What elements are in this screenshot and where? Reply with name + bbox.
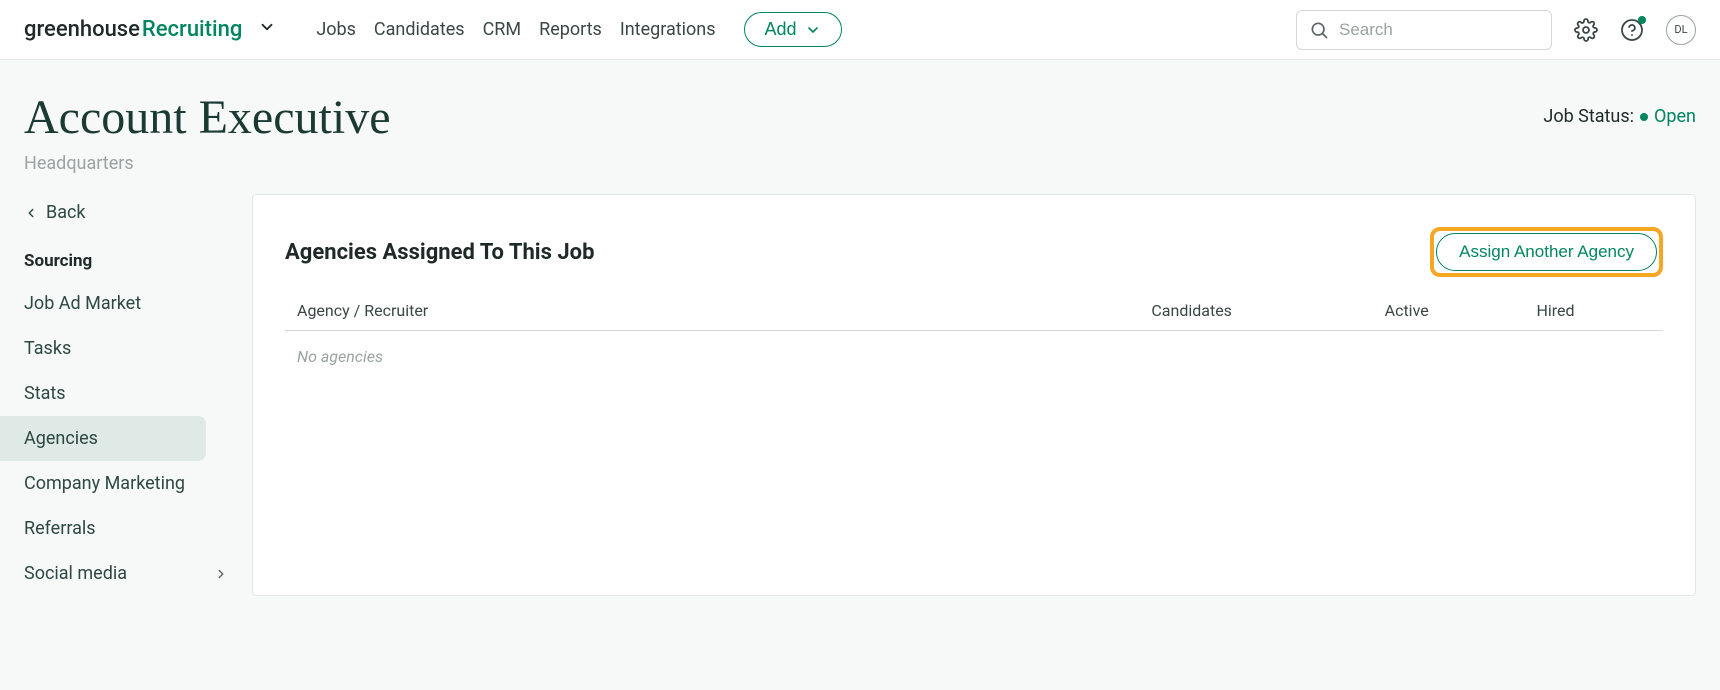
sidebar-item-label: Job Ad Market (24, 293, 141, 314)
sidebar-item-social-media[interactable]: Social media (0, 551, 252, 596)
panel-title: Agencies Assigned To This Job (285, 240, 594, 265)
sidebar-item-stats[interactable]: Stats (0, 371, 252, 416)
sidebar-item-label: Referrals (24, 518, 96, 539)
search-input-wrap[interactable] (1296, 10, 1552, 50)
page-title: Account Executive (24, 90, 391, 145)
table-row-empty: No agencies (285, 331, 1663, 383)
highlight-box: Assign Another Agency (1430, 227, 1663, 277)
brand-secondary: Recruiting (142, 17, 242, 42)
chevron-right-icon (214, 567, 228, 581)
body: Back Sourcing Job Ad Market Tasks Stats … (0, 184, 1720, 620)
column-header-hired: Hired (1524, 295, 1663, 331)
search-icon (1309, 20, 1329, 40)
sidebar-item-label: Company Marketing (24, 473, 185, 494)
job-status-value: Open (1654, 106, 1696, 127)
status-dot-icon (1640, 113, 1648, 121)
assign-another-agency-button[interactable]: Assign Another Agency (1436, 233, 1657, 271)
sidebar-item-job-ad-market[interactable]: Job Ad Market (0, 281, 252, 326)
brand-primary: greenhouse (24, 17, 140, 42)
chevron-down-icon (805, 22, 821, 38)
assign-button-label: Assign Another Agency (1459, 242, 1634, 261)
sidebar-item-tasks[interactable]: Tasks (0, 326, 252, 371)
sidebar-section-sourcing: Sourcing (0, 241, 252, 281)
nav-integrations[interactable]: Integrations (620, 19, 716, 40)
page-subtitle: Headquarters (24, 153, 391, 174)
search-input[interactable] (1339, 20, 1539, 40)
column-header-agency: Agency / Recruiter (285, 295, 1139, 331)
add-button-label: Add (765, 19, 797, 40)
panel-header: Agencies Assigned To This Job Assign Ano… (285, 227, 1663, 277)
chevron-left-icon (24, 206, 38, 220)
help-button[interactable] (1620, 18, 1644, 42)
sidebar-item-agencies[interactable]: Agencies (0, 416, 206, 461)
nav-reports[interactable]: Reports (539, 19, 602, 40)
column-header-active: Active (1373, 295, 1525, 331)
sidebar-item-label: Social media (24, 563, 127, 584)
sidebar-item-company-marketing[interactable]: Company Marketing (0, 461, 252, 506)
user-avatar[interactable]: DL (1666, 15, 1696, 45)
back-label: Back (46, 202, 86, 223)
chevron-down-icon[interactable] (258, 18, 276, 36)
nav-jobs[interactable]: Jobs (316, 19, 356, 40)
topbar: greenhouse Recruiting Jobs Candidates CR… (0, 0, 1720, 60)
user-initials: DL (1674, 23, 1687, 36)
sidebar: Back Sourcing Job Ad Market Tasks Stats … (0, 194, 252, 596)
add-button[interactable]: Add (744, 12, 842, 47)
sidebar-item-label: Tasks (24, 338, 71, 359)
agencies-table: Agency / Recruiter Candidates Active Hir… (285, 295, 1663, 382)
back-link[interactable]: Back (0, 194, 252, 241)
nav-crm[interactable]: CRM (483, 19, 522, 40)
page-header: Account Executive Headquarters Job Statu… (0, 60, 1720, 184)
column-header-candidates: Candidates (1139, 295, 1372, 331)
agencies-panel: Agencies Assigned To This Job Assign Ano… (252, 194, 1696, 596)
notification-dot (1638, 16, 1646, 24)
job-status-label: Job Status: (1543, 106, 1634, 127)
nav-candidates[interactable]: Candidates (374, 19, 465, 40)
nav-links: Jobs Candidates CRM Reports Integrations (316, 19, 715, 40)
sidebar-item-label: Agencies (24, 428, 98, 449)
gear-icon (1574, 18, 1598, 42)
sidebar-item-label: Stats (24, 383, 66, 404)
empty-state-text: No agencies (285, 331, 1663, 383)
job-status: Job Status: Open (1543, 106, 1696, 127)
brand[interactable]: greenhouse Recruiting (24, 17, 276, 42)
sidebar-item-referrals[interactable]: Referrals (0, 506, 252, 551)
settings-button[interactable] (1574, 18, 1598, 42)
